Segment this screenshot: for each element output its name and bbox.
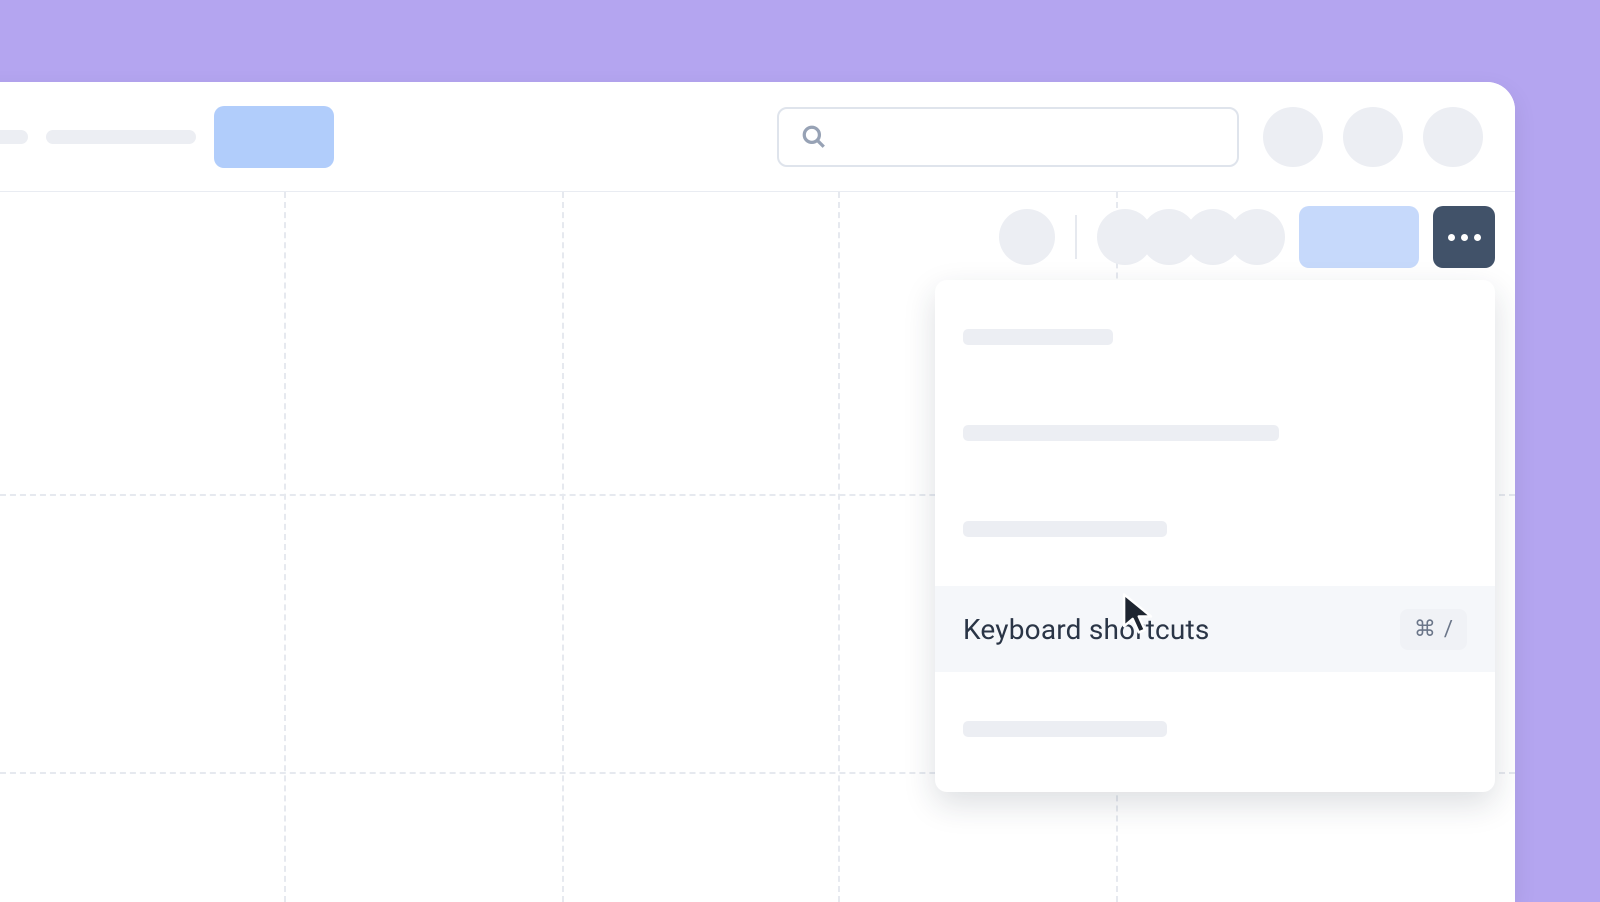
avatar[interactable]: [1263, 107, 1323, 167]
keyboard-shortcut-badge: ⌘ /: [1400, 609, 1467, 650]
more-button[interactable]: [1433, 206, 1495, 268]
user-avatar[interactable]: [999, 209, 1055, 265]
dots-icon: [1474, 234, 1481, 241]
app-window: Keyboard shortcuts ⌘ /: [0, 82, 1515, 902]
menu-item-placeholder[interactable]: [935, 490, 1495, 568]
menu-item-label-placeholder: [963, 425, 1279, 441]
search-input[interactable]: [777, 107, 1239, 167]
gridline-vertical: [838, 192, 840, 902]
share-button[interactable]: [1299, 206, 1419, 268]
divider: [1075, 215, 1077, 259]
menu-item-label-placeholder: [963, 521, 1167, 537]
nav-item-placeholder: [0, 130, 28, 144]
search-icon: [801, 124, 827, 150]
menu-item-placeholder[interactable]: [935, 298, 1495, 376]
action-bar: [999, 206, 1495, 268]
collaborator-avatar: [1229, 209, 1285, 265]
menu-item-keyboard-shortcuts[interactable]: Keyboard shortcuts ⌘ /: [935, 586, 1495, 672]
menu-item-label-placeholder: [963, 721, 1167, 737]
menu-item-placeholder[interactable]: [935, 690, 1495, 768]
nav-item-placeholder: [46, 130, 196, 144]
avatar[interactable]: [1423, 107, 1483, 167]
nav-tab-active[interactable]: [214, 106, 334, 168]
menu-item-label-placeholder: [963, 329, 1113, 345]
gridline-vertical: [284, 192, 286, 902]
nav-left: [0, 106, 334, 168]
gridline-vertical: [562, 192, 564, 902]
dots-icon: [1461, 234, 1468, 241]
shortcut-key: /: [1444, 617, 1453, 642]
search-wrap: [777, 107, 1239, 167]
topbar: [0, 82, 1515, 192]
collaborator-stack[interactable]: [1097, 209, 1285, 265]
menu-item-placeholder[interactable]: [935, 394, 1495, 472]
menu-item-label: Keyboard shortcuts: [963, 613, 1210, 646]
topbar-avatar-group: [1263, 107, 1495, 167]
more-dropdown-menu: Keyboard shortcuts ⌘ /: [935, 280, 1495, 792]
command-icon: ⌘: [1414, 617, 1436, 642]
dots-icon: [1448, 234, 1455, 241]
avatar[interactable]: [1343, 107, 1403, 167]
